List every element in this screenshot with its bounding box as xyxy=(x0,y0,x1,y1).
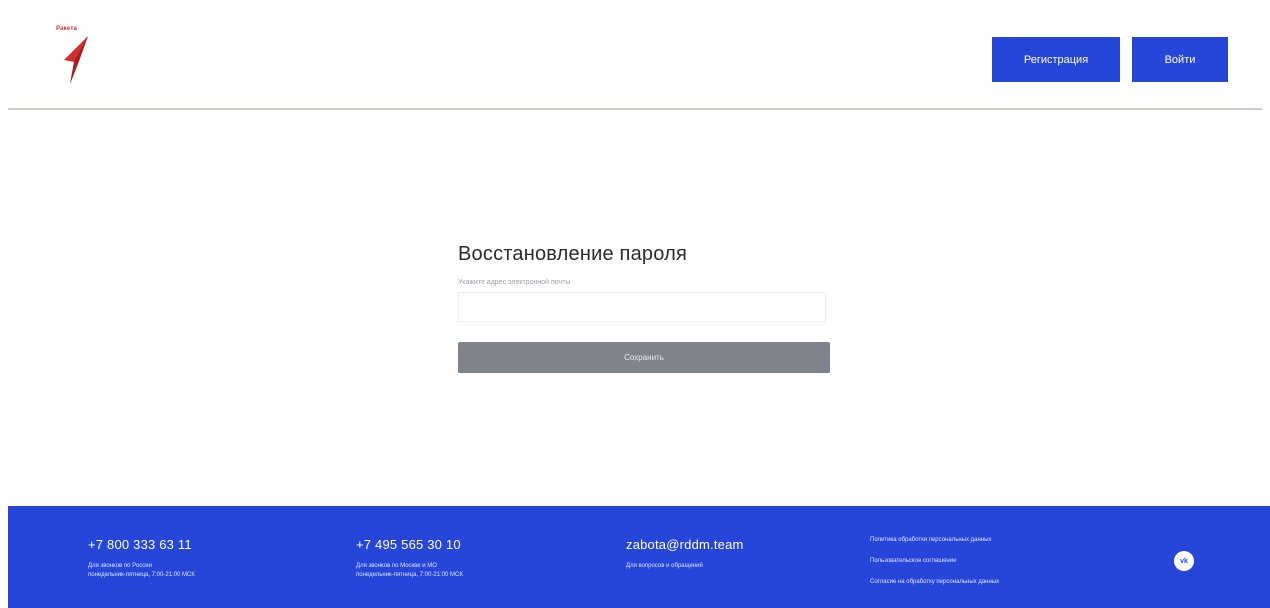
vk-icon[interactable]: vk xyxy=(1174,551,1194,571)
save-button[interactable]: Сохранить xyxy=(458,342,830,373)
footer-link-privacy[interactable]: Политика обработки персональных данных xyxy=(870,536,1090,545)
footer-note: понедельник-пятница, 7:00-21:00 МСК xyxy=(88,572,195,578)
rocket-arrow-icon xyxy=(64,36,88,84)
vk-icon-label: vk xyxy=(1180,557,1188,565)
footer-link-consent[interactable]: Согласие на обработку персональных данны… xyxy=(870,578,1090,587)
logo-text: Ракета xyxy=(56,26,77,32)
email-field-label: Укажите адрес электронной почты xyxy=(458,279,571,286)
password-recovery-form: Восстановление пароля Укажите адрес элек… xyxy=(458,240,830,373)
footer-note: Для звонков по России xyxy=(88,563,152,569)
email-field[interactable] xyxy=(458,292,826,322)
footer-legal-links: Политика обработки персональных данных П… xyxy=(870,536,1090,599)
footer-contact-email: zabota@rddm.team Для вопросов и обращени… xyxy=(626,536,744,571)
page-title: Восстановление пароля xyxy=(458,243,688,265)
footer: +7 800 333 63 11 Для звонков по России п… xyxy=(8,506,1270,608)
register-button[interactable]: Регистрация xyxy=(992,37,1120,82)
login-button[interactable]: Войти xyxy=(1132,37,1228,82)
logo[interactable]: Ракета xyxy=(56,26,96,86)
footer-note: понедельник-пятница, 7:00-21:00 МСК xyxy=(356,572,463,578)
footer-note: Для вопросов и обращений xyxy=(626,563,703,569)
page: Ракета Регистрация Войти Восстановление … xyxy=(0,0,1270,608)
footer-note: Для звонков по Москве и МО xyxy=(356,563,437,569)
footer-phone-link[interactable]: +7 800 333 63 11 xyxy=(88,536,195,554)
footer-link-terms[interactable]: Пользовательское соглашение xyxy=(870,557,1090,566)
header-divider xyxy=(8,108,1262,110)
header: Ракета Регистрация Войти xyxy=(0,0,1270,106)
footer-email-link[interactable]: zabota@rddm.team xyxy=(626,536,744,554)
footer-contact-russia: +7 800 333 63 11 Для звонков по России п… xyxy=(88,536,195,580)
footer-phone-link[interactable]: +7 495 565 30 10 xyxy=(356,536,463,554)
footer-contact-moscow: +7 495 565 30 10 Для звонков по Москве и… xyxy=(356,536,463,580)
